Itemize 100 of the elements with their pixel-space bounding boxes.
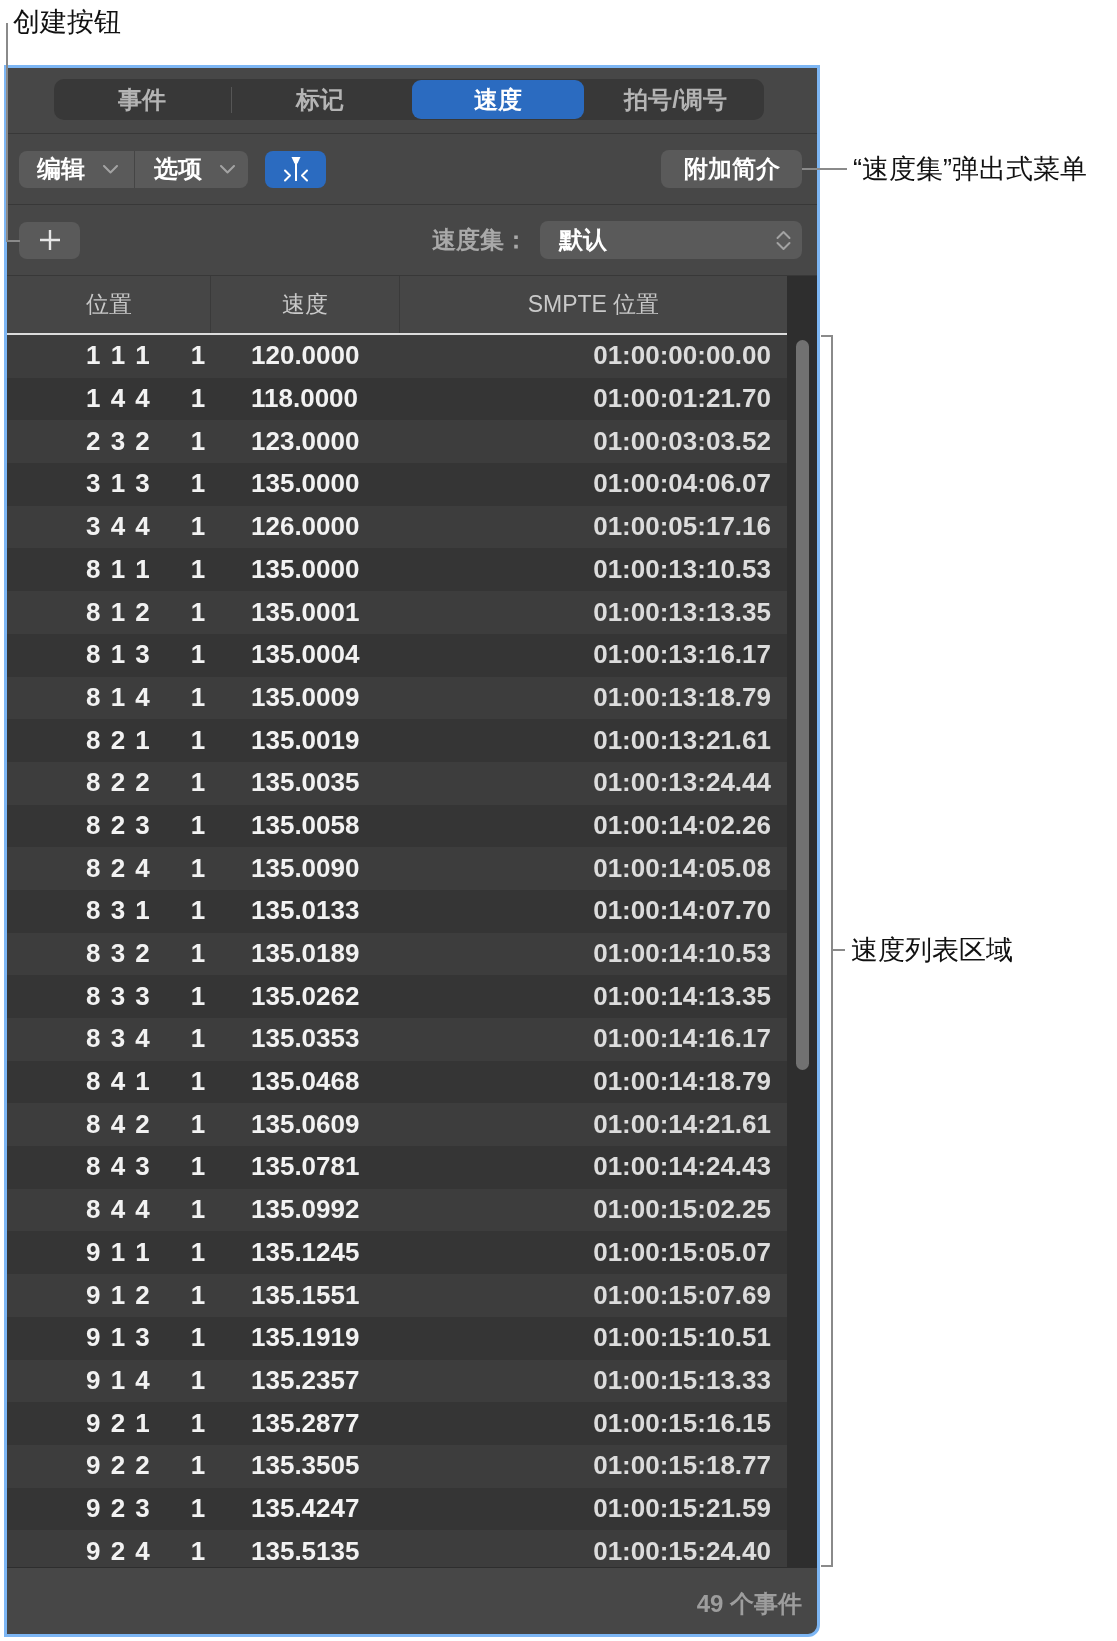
table-row[interactable]: 3 1 3 1 135.0000 01:00:04:06.07 (7, 463, 787, 506)
table-row[interactable]: 8 3 3 1 135.0262 01:00:14:13.35 (7, 975, 787, 1018)
tick-cell: 1 (190, 725, 206, 756)
smpte-cell: 01:00:01:21.70 (593, 384, 771, 414)
smpte-cell: 01:00:14:07.70 (593, 896, 771, 927)
tempo-cell: 135.0058 (251, 810, 360, 841)
table-row[interactable]: 8 1 4 1 135.0009 01:00:13:18.79 (7, 676, 787, 720)
position-cell: 1 4 4 (86, 384, 150, 414)
position-cell: 9 2 3 (86, 1493, 150, 1524)
tick-cell: 1 (190, 341, 206, 372)
smpte-cell: 01:00:13:16.17 (593, 640, 771, 671)
tempo-cell: 135.0468 (251, 1067, 360, 1097)
position-cell: 9 1 4 (86, 1365, 150, 1396)
position-cell: 8 3 3 (86, 981, 150, 1012)
position-cell: 8 4 3 (86, 1152, 150, 1183)
position-cell: 9 2 2 (86, 1451, 150, 1482)
table-row[interactable]: 9 2 2 1 135.3505 01:00:15:18.77 (7, 1444, 787, 1488)
table-row[interactable]: 8 4 3 1 135.0781 01:00:14:24.43 (7, 1146, 787, 1189)
tempo-cell: 135.0992 (251, 1195, 360, 1226)
table-row[interactable]: 9 2 4 1 135.5135 01:00:15:24.40 (7, 1530, 787, 1567)
table-row[interactable]: 9 1 3 1 135.1919 01:00:15:10.51 (7, 1316, 787, 1360)
smpte-cell: 01:00:14:13.35 (593, 981, 771, 1012)
position-cell: 8 1 4 (86, 682, 150, 713)
popup-menu[interactable]: 默认 (540, 221, 802, 259)
smpte-cell: 01:00:14:24.43 (593, 1152, 771, 1183)
pulldown-menu-button[interactable]: 编辑 (19, 150, 134, 188)
position-cell: 8 1 3 (86, 640, 150, 671)
table-row[interactable]: 8 2 3 1 135.0058 01:00:14:02.26 (7, 804, 787, 848)
table-row[interactable]: 2 3 2 1 123.0000 01:00:03:03.52 (7, 420, 787, 464)
table-row[interactable]: 8 3 2 1 135.0189 01:00:14:10.53 (7, 932, 787, 976)
pulldown-menu-button[interactable]: 选项 (134, 150, 248, 188)
table-row[interactable]: 8 2 2 1 135.0035 01:00:13:24.44 (7, 761, 787, 805)
position-cell: 9 1 1 (86, 1237, 150, 1268)
position-cell: 9 2 1 (86, 1408, 150, 1439)
table-row[interactable]: 9 2 3 1 135.4247 01:00:15:21.59 (7, 1487, 787, 1531)
tempo-cell: 135.2357 (251, 1365, 360, 1396)
tab[interactable]: 标记 (233, 80, 407, 119)
info-button[interactable]: 附加简介 (661, 150, 802, 188)
tempo-cell: 135.0004 (251, 640, 360, 671)
tick-cell: 1 (190, 1323, 206, 1354)
toggle-button[interactable] (265, 150, 326, 188)
tempo-cell: 135.1245 (251, 1237, 360, 1268)
add-button[interactable] (19, 221, 80, 259)
smpte-cell: 01:00:05:17.16 (593, 512, 771, 543)
table-row[interactable]: 8 3 4 1 135.0353 01:00:14:16.17 (7, 1018, 787, 1061)
tempo-cell: 135.0001 (251, 597, 360, 628)
tab[interactable]: 速度 (411, 80, 585, 119)
tempo-cell: 126.0000 (251, 512, 360, 543)
column-header[interactable]: 位置 (85, 289, 132, 320)
tick-cell: 1 (190, 1493, 206, 1524)
position-cell: 3 1 3 (86, 469, 150, 500)
tab[interactable]: 拍号/调号 (589, 80, 762, 119)
tempo-cell: 135.0000 (251, 554, 360, 585)
callout-label: 创建按钮 (13, 6, 121, 38)
scrollbar-thumb[interactable] (796, 340, 809, 1070)
position-cell: 9 1 3 (86, 1323, 150, 1354)
table-row[interactable]: 8 1 1 1 135.0000 01:00:13:10.53 (7, 548, 787, 592)
tab[interactable]: 事件 (56, 80, 229, 119)
tick-cell: 1 (190, 554, 206, 585)
smpte-cell: 01:00:04:06.07 (593, 469, 771, 500)
table-row[interactable]: 8 1 2 1 135.0001 01:00:13:13.35 (7, 591, 787, 634)
table-row[interactable]: 9 1 1 1 135.1245 01:00:15:05.07 (7, 1231, 787, 1275)
smpte-cell: 01:00:15:02.25 (593, 1195, 771, 1226)
updown-chevron-icon (776, 229, 791, 251)
smpte-cell: 01:00:13:24.44 (593, 768, 771, 799)
table-row[interactable]: 8 4 1 1 135.0468 01:00:14:18.79 (7, 1060, 787, 1104)
position-cell: 8 4 1 (86, 1067, 150, 1097)
tick-cell: 1 (190, 1365, 206, 1396)
table-row[interactable]: 1 1 1 1 120.0000 01:00:00:00.00 (7, 335, 787, 378)
table-row[interactable]: 9 1 2 1 135.1551 01:00:15:07.69 (7, 1274, 787, 1317)
tick-cell: 1 (190, 768, 206, 799)
tick-cell: 1 (190, 426, 206, 457)
table-row[interactable]: 8 3 1 1 135.0133 01:00:14:07.70 (7, 889, 787, 933)
position-cell: 8 3 2 (86, 939, 150, 969)
tick-cell: 1 (190, 597, 206, 628)
table-row[interactable]: 8 4 2 1 135.0609 01:00:14:21.61 (7, 1103, 787, 1147)
smpte-cell: 01:00:13:21.61 (593, 725, 771, 756)
table-row[interactable]: 1 4 4 1 118.0000 01:00:01:21.70 (7, 377, 787, 421)
tick-cell: 1 (190, 981, 206, 1012)
position-cell: 8 2 3 (86, 810, 150, 841)
tick-cell: 1 (190, 1536, 206, 1567)
tick-cell: 1 (190, 939, 206, 969)
tempo-cell: 135.0133 (251, 896, 360, 927)
table-row[interactable]: 9 1 4 1 135.2357 01:00:15:13.33 (7, 1359, 787, 1403)
table-row[interactable]: 8 1 3 1 135.0004 01:00:13:16.17 (7, 633, 787, 677)
table-row[interactable]: 9 2 1 1 135.2877 01:00:15:16.15 (7, 1402, 787, 1445)
tempo-cell: 135.3505 (251, 1451, 360, 1482)
column-header[interactable]: SMPTE 位置 (527, 289, 660, 320)
chevron-down-icon (220, 164, 235, 174)
tempo-cell: 120.0000 (251, 341, 360, 372)
table-row[interactable]: 3 4 4 1 126.0000 01:00:05:17.16 (7, 505, 787, 549)
table-row[interactable]: 8 2 4 1 135.0090 01:00:14:05.08 (7, 847, 787, 890)
smpte-cell: 01:00:14:05.08 (593, 853, 771, 884)
column-header[interactable]: 速度 (282, 289, 328, 320)
table-row[interactable]: 8 2 1 1 135.0019 01:00:13:21.61 (7, 719, 787, 762)
smpte-cell: 01:00:00:00.00 (593, 341, 771, 372)
smpte-cell: 01:00:15:07.69 (593, 1280, 771, 1311)
tick-cell: 1 (190, 853, 206, 884)
table-row[interactable]: 8 4 4 1 135.0992 01:00:15:02.25 (7, 1188, 787, 1232)
smpte-cell: 01:00:15:18.77 (593, 1451, 771, 1482)
